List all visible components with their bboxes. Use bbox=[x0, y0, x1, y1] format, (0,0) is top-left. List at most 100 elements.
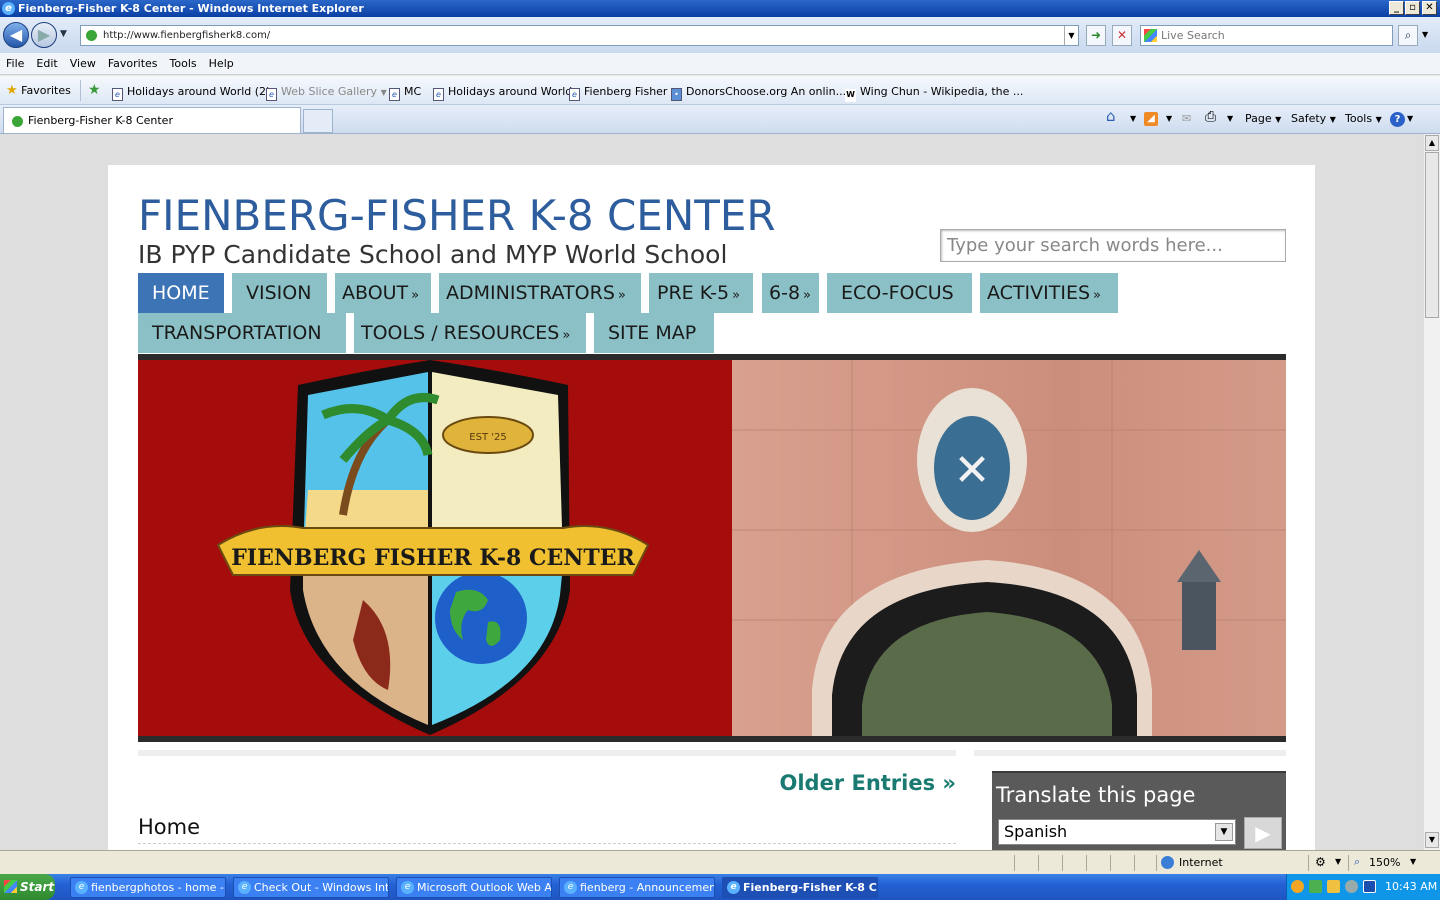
tray-app-icon[interactable] bbox=[1291, 880, 1304, 893]
page-menu[interactable]: Page ▼ bbox=[1245, 112, 1281, 127]
menu-view[interactable]: View bbox=[64, 53, 102, 74]
school-entrance-photo: ✕ bbox=[732, 360, 1286, 736]
favorite-link[interactable]: e MC bbox=[389, 84, 421, 101]
post-title[interactable]: Home bbox=[138, 815, 200, 839]
taskbar-item[interactable]: e fienberg - Announcemen... bbox=[559, 877, 715, 898]
menu-tools[interactable]: Tools bbox=[164, 53, 203, 74]
zoom-dropdown-icon[interactable]: ▼ bbox=[1410, 857, 1416, 866]
search-options-dropdown-icon[interactable]: ▼ bbox=[1422, 30, 1428, 39]
favorite-link[interactable]: e Holidays around World (2) bbox=[112, 84, 270, 101]
search-icon[interactable]: ⌕ bbox=[1398, 25, 1418, 46]
ie-logo-icon: e bbox=[401, 881, 414, 894]
favorites-star-icon: ★ bbox=[6, 83, 18, 98]
site-title[interactable]: FIENBERG-FISHER K-8 CENTER bbox=[138, 191, 776, 240]
nav-activities[interactable]: ACTIVITIES» bbox=[980, 273, 1118, 313]
site-page: FIENBERG-FISHER K-8 CENTER IB PYP Candid… bbox=[108, 165, 1315, 850]
nav-administrators[interactable]: ADMINISTRATORS» bbox=[439, 273, 641, 313]
taskbar-item-active[interactable]: e Fienberg-Fisher K-8 C... bbox=[722, 877, 878, 898]
feeds-icon[interactable]: ◢ bbox=[1144, 112, 1158, 126]
favorite-link[interactable]: • DonorsChoose.org An onlin... bbox=[671, 84, 846, 101]
print-dropdown-icon[interactable]: ▼ bbox=[1227, 112, 1233, 126]
taskbar-item[interactable]: e Microsoft Outlook Web A... bbox=[396, 877, 552, 898]
scrollbar-thumb[interactable] bbox=[1425, 152, 1439, 318]
address-bar[interactable]: http://www.fienbergfisherk8.com/ bbox=[80, 25, 1079, 46]
window-title: Fienberg-Fisher K-8 Center - Windows Int… bbox=[18, 2, 364, 15]
restore-button[interactable]: ▫ bbox=[1405, 1, 1420, 15]
translate-heading: Translate this page bbox=[996, 783, 1196, 807]
tray-app-icon[interactable] bbox=[1327, 880, 1340, 893]
tools-menu[interactable]: Tools ▼ bbox=[1345, 112, 1382, 127]
chevron-down-icon: » bbox=[1093, 288, 1101, 303]
older-entries-link[interactable]: Older Entries » bbox=[708, 771, 956, 795]
close-window-button[interactable]: ✕ bbox=[1422, 1, 1437, 15]
svg-text:✕: ✕ bbox=[954, 445, 991, 496]
stop-icon[interactable]: ✕ bbox=[1112, 25, 1132, 46]
protected-mode-dropdown-icon[interactable]: ▼ bbox=[1335, 857, 1341, 866]
translate-go-button[interactable]: ▶ bbox=[1244, 817, 1282, 849]
back-button[interactable]: ◀ bbox=[3, 22, 29, 48]
nav-site-map[interactable]: SITE MAP bbox=[594, 313, 714, 353]
minimize-button[interactable]: _ bbox=[1389, 1, 1404, 15]
internet-zone-icon bbox=[1161, 856, 1174, 869]
help-dropdown-icon[interactable]: ▼ bbox=[1407, 112, 1413, 126]
favorite-link[interactable]: e Fienberg Fisher bbox=[569, 84, 667, 101]
vertical-scrollbar[interactable]: ▲ ▼ bbox=[1423, 134, 1440, 850]
scroll-up-icon[interactable]: ▲ bbox=[1425, 135, 1439, 151]
favorite-link[interactable]: W Wing Chun - Wikipedia, the ... bbox=[845, 84, 1023, 102]
home-dropdown-icon[interactable]: ▼ bbox=[1130, 112, 1136, 126]
go-arrow-icon[interactable]: ➜ bbox=[1086, 25, 1106, 46]
network-icon[interactable] bbox=[1363, 880, 1376, 893]
nav-tools-resources[interactable]: TOOLS / RESOURCES» bbox=[354, 313, 586, 353]
clock[interactable]: 10:43 AM bbox=[1385, 874, 1437, 900]
menu-edit[interactable]: Edit bbox=[30, 53, 63, 74]
ie-logo-icon: e bbox=[2, 2, 15, 15]
system-tray: 10:43 AM bbox=[1286, 874, 1440, 900]
home-icon[interactable]: ⌂ bbox=[1106, 109, 1116, 124]
nav-transportation[interactable]: TRANSPORTATION bbox=[138, 313, 346, 353]
zoom-level[interactable]: 150% bbox=[1369, 856, 1400, 869]
translate-widget: Translate this page Spanish ▼ ▶ bbox=[992, 771, 1286, 850]
nav-eco-focus[interactable]: ECO-FOCUS bbox=[827, 273, 972, 313]
favorite-link[interactable]: e Web Slice Gallery ▼ bbox=[266, 84, 387, 101]
read-mail-icon[interactable]: ✉ bbox=[1182, 112, 1191, 126]
menu-file[interactable]: File bbox=[0, 53, 30, 74]
site-favicon-icon bbox=[86, 30, 97, 41]
wikipedia-icon: W bbox=[845, 89, 856, 102]
nav-home[interactable]: HOME bbox=[138, 273, 224, 313]
ie-logo-icon: e bbox=[564, 881, 577, 894]
windows-logo-icon bbox=[4, 880, 17, 893]
site-search-input[interactable]: Type your search words here... bbox=[940, 229, 1286, 262]
menu-favorites[interactable]: Favorites bbox=[102, 53, 164, 74]
favorites-button[interactable]: ★ Favorites bbox=[6, 83, 71, 98]
scroll-down-icon[interactable]: ▼ bbox=[1425, 832, 1439, 848]
add-favorite-icon[interactable]: ★ bbox=[88, 82, 101, 98]
help-icon[interactable]: ? bbox=[1390, 112, 1405, 127]
menu-help[interactable]: Help bbox=[203, 53, 240, 74]
nav-6-8[interactable]: 6-8» bbox=[762, 273, 819, 313]
recent-pages-dropdown-icon[interactable]: ▼ bbox=[60, 29, 67, 39]
site-favicon-icon bbox=[12, 116, 23, 127]
tray-app-icon[interactable] bbox=[1345, 880, 1358, 893]
post-separator bbox=[138, 843, 956, 844]
live-search-input[interactable]: Live Search bbox=[1140, 25, 1393, 46]
nav-vision[interactable]: VISION bbox=[232, 273, 327, 313]
address-dropdown-icon[interactable]: ▼ bbox=[1064, 26, 1078, 45]
print-icon[interactable]: ⎙ bbox=[1205, 110, 1216, 124]
start-button[interactable]: Start bbox=[0, 874, 55, 900]
tab-fienberg-fisher[interactable]: Fienberg-Fisher K-8 Center bbox=[3, 107, 301, 133]
favorite-link[interactable]: e Holidays around World bbox=[433, 84, 572, 101]
protected-mode-icon[interactable]: ⚙ bbox=[1315, 855, 1326, 869]
page-icon: e bbox=[266, 88, 277, 101]
tray-app-icon[interactable] bbox=[1309, 880, 1322, 893]
school-crest-image: EST '25 FIENBERG FISHER K-8 CENTER bbox=[138, 360, 732, 736]
nav-pre-k-5[interactable]: PRE K-5» bbox=[649, 273, 753, 313]
language-select[interactable]: Spanish ▼ bbox=[998, 819, 1236, 845]
entrance-illustration: ✕ bbox=[732, 360, 1286, 736]
forward-button[interactable]: ▶ bbox=[31, 22, 57, 48]
feeds-dropdown-icon[interactable]: ▼ bbox=[1166, 112, 1172, 126]
taskbar-item[interactable]: e fienbergphotos - home - ... bbox=[70, 877, 226, 898]
nav-about[interactable]: ABOUT» bbox=[335, 273, 431, 313]
taskbar-item[interactable]: e Check Out - Windows Int... bbox=[233, 877, 389, 898]
new-tab-button[interactable] bbox=[303, 109, 333, 133]
safety-menu[interactable]: Safety ▼ bbox=[1291, 112, 1336, 127]
